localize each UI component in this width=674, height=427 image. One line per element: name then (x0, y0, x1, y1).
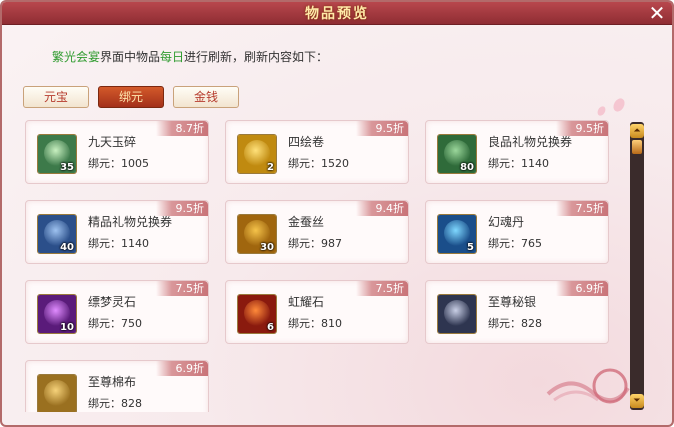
item-quantity: 2 (267, 162, 274, 173)
price-value: 1140 (121, 237, 149, 250)
silk-icon: 30 (237, 214, 277, 254)
window-title: 物品预览 (305, 6, 369, 22)
item-card[interactable]: 6 虹耀石绑元：810 7.5折 (225, 280, 409, 344)
price-label: 绑元： (88, 317, 121, 330)
item-name: 至尊秘银 (488, 295, 537, 309)
scroll-thumb[interactable] (632, 140, 642, 154)
item-card[interactable]: 30 金蚕丝绑元：987 9.4折 (225, 200, 409, 264)
item-quantity: 80 (460, 162, 474, 173)
price-label: 绑元： (288, 237, 321, 250)
price-label: 绑元： (288, 157, 321, 170)
item-quantity: 30 (260, 242, 274, 253)
daily-highlight: 每日 (160, 50, 185, 64)
cloth-icon (37, 374, 77, 412)
item-name: 九天玉碎 (88, 135, 137, 149)
item-name: 至尊棉布 (88, 375, 137, 389)
price-value: 765 (521, 237, 542, 250)
item-name: 缥梦灵石 (88, 295, 137, 309)
notice-text-1: 界面中物品 (100, 50, 161, 64)
price-value: 828 (521, 317, 542, 330)
item-card[interactable]: 80 良品礼物兑换券 绑元：1140 9.5折 (425, 120, 609, 184)
price-value: 987 (321, 237, 342, 250)
item-price: 绑元：828 (88, 395, 142, 411)
item-price: 绑元：1520 (288, 155, 349, 171)
price-value: 1005 (121, 157, 149, 170)
item-card[interactable]: 35 九天玉碎绑元：1005 8.7折 (25, 120, 209, 184)
item-price: 绑元：1005 (88, 155, 149, 171)
green-coupon-icon: 80 (437, 134, 477, 174)
discount-badge: 6.9折 (156, 361, 208, 376)
item-name: 幻魂丹 (488, 215, 525, 229)
item-quantity: 40 (60, 242, 74, 253)
pill-icon: 5 (437, 214, 477, 254)
tab-bound-yuanbao[interactable]: 绑元 (98, 86, 164, 108)
item-quantity: 35 (60, 162, 74, 173)
petal-decoration (611, 96, 627, 114)
item-price: 绑元：1140 (488, 155, 549, 171)
item-quantity: 10 (60, 322, 74, 333)
title-bar: 物品预览 ✕ (2, 2, 672, 25)
jade-orb-icon: 35 (37, 134, 77, 174)
item-price: 绑元：765 (488, 235, 542, 251)
price-label: 绑元： (488, 237, 521, 250)
refresh-notice: 繁光会宴界面中物品每日进行刷新，刷新内容如下： (52, 48, 328, 65)
scroll-up-icon[interactable]: ⏶ (630, 124, 644, 138)
item-card[interactable]: 40 精品礼物兑换券 绑元：1140 9.5折 (25, 200, 209, 264)
price-label: 绑元： (88, 157, 121, 170)
item-card[interactable]: 5 幻魂丹绑元：765 7.5折 (425, 200, 609, 264)
close-icon[interactable]: ✕ (646, 2, 668, 24)
discount-badge: 7.5折 (156, 281, 208, 296)
price-label: 绑元： (288, 317, 321, 330)
price-value: 1140 (521, 157, 549, 170)
red-stone-icon: 6 (237, 294, 277, 334)
price-label: 绑元： (488, 157, 521, 170)
discount-badge: 6.9折 (556, 281, 608, 296)
item-price: 绑元：750 (88, 315, 142, 331)
item-card[interactable]: 至尊秘银绑元：828 6.9折 (425, 280, 609, 344)
price-value: 828 (121, 397, 142, 410)
item-card[interactable]: 10 缥梦灵石绑元：750 7.5折 (25, 280, 209, 344)
item-preview-window: 物品预览 ✕ 繁光会宴界面中物品每日进行刷新，刷新内容如下： 元宝 绑元 金钱 … (0, 0, 674, 427)
item-name: 虹耀石 (288, 295, 325, 309)
game-logo-icon (546, 368, 630, 404)
item-price: 绑元：987 (288, 235, 342, 251)
purple-gem-icon: 10 (37, 294, 77, 334)
silver-ore-icon (437, 294, 477, 334)
item-card[interactable]: 至尊棉布绑元：828 6.9折 (25, 360, 209, 412)
item-price: 绑元：1140 (88, 235, 149, 251)
tab-yuanbao[interactable]: 元宝 (23, 86, 89, 108)
item-quantity: 6 (267, 322, 274, 333)
scrollbar[interactable]: ⏶ ⏷ (630, 122, 644, 410)
item-price: 绑元：810 (288, 315, 342, 331)
item-card[interactable]: 2 四绘卷绑元：1520 9.5折 (225, 120, 409, 184)
scroll-down-icon[interactable]: ⏷ (630, 394, 644, 408)
price-label: 绑元： (88, 237, 121, 250)
price-value: 810 (321, 317, 342, 330)
discount-badge: 9.5折 (356, 121, 408, 136)
discount-badge: 7.5折 (556, 201, 608, 216)
discount-badge: 9.5折 (156, 201, 208, 216)
blue-coupon-icon: 40 (37, 214, 77, 254)
discount-badge: 9.5折 (556, 121, 608, 136)
item-name: 金蚕丝 (288, 215, 325, 229)
event-name: 繁光会宴 (52, 50, 101, 64)
item-price: 绑元：828 (488, 315, 542, 331)
discount-badge: 9.4折 (356, 201, 408, 216)
discount-badge: 8.7折 (156, 121, 208, 136)
discount-badge: 7.5折 (356, 281, 408, 296)
scroll-icon: 2 (237, 134, 277, 174)
price-label: 绑元： (488, 317, 521, 330)
price-label: 绑元： (88, 397, 121, 410)
item-name: 四绘卷 (288, 135, 325, 149)
tab-gold[interactable]: 金钱 (173, 86, 239, 108)
item-quantity: 5 (467, 242, 474, 253)
price-value: 1520 (321, 157, 349, 170)
notice-text-2: 进行刷新，刷新内容如下： (184, 50, 329, 64)
price-value: 750 (121, 317, 142, 330)
